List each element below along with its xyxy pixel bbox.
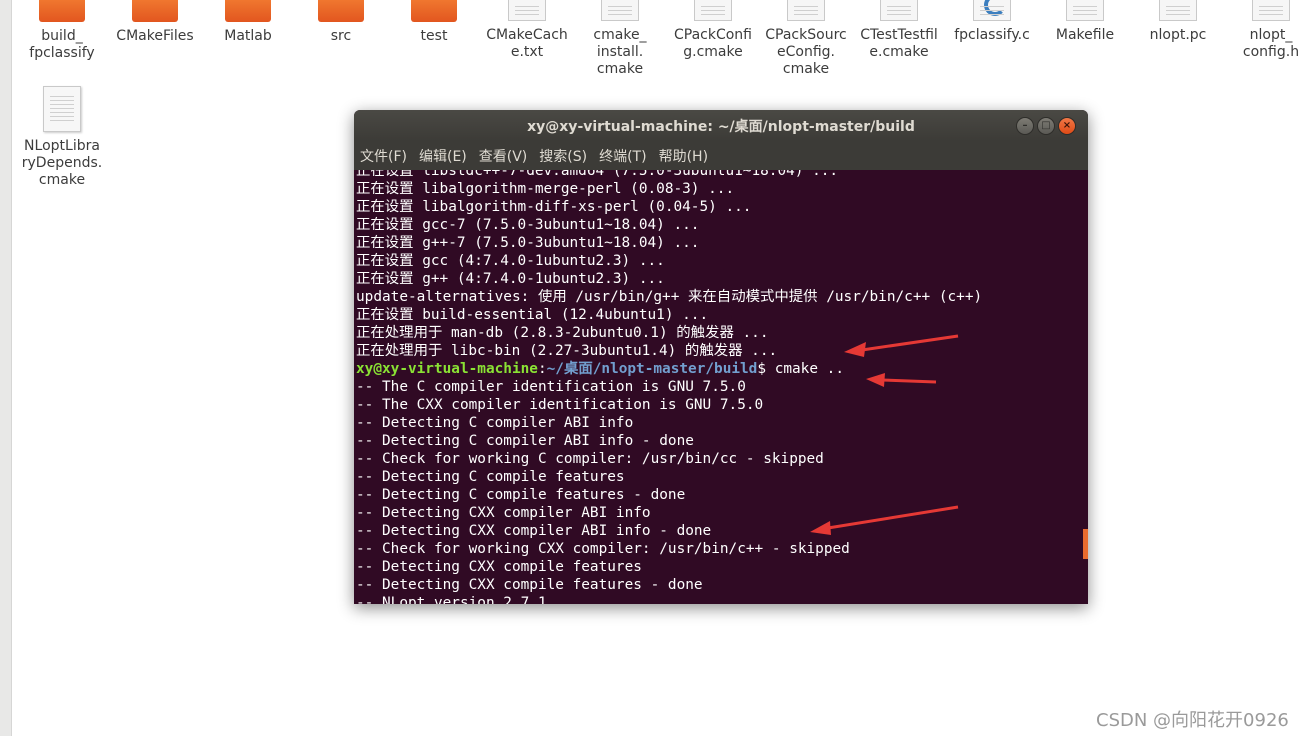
desktop-icon-label: Matlab: [224, 28, 272, 44]
desktop-icon[interactable]: NLoptLibra ryDepends. cmake: [16, 86, 108, 189]
desktop-icon-label: nlopt_ config.h: [1242, 27, 1300, 60]
maximize-button[interactable]: □: [1037, 117, 1055, 135]
desktop-icon[interactable]: CPackSourc eConfig. cmake: [760, 0, 852, 78]
text-file-icon: [787, 0, 825, 21]
prompt-command: cmake ..: [766, 361, 845, 377]
terminal-line: 正在设置 g++-7 (7.5.0-3ubuntu1~18.04) ...: [356, 235, 700, 251]
desktop-icon-label: Makefile: [1055, 27, 1115, 43]
terminal-line: -- Detecting CXX compiler ABI info - don…: [356, 523, 712, 539]
terminal-line: -- Detecting C compile features - done: [356, 487, 686, 503]
text-file-icon: [880, 0, 918, 21]
text-file-icon: [694, 0, 732, 21]
terminal-line: 正在设置 libstdc++-7-dev:amd64 (7.5.0-3ubunt…: [356, 170, 839, 179]
terminal-line: 正在设置 libalgorithm-diff-xs-perl (0.04-5) …: [356, 199, 752, 215]
terminal-line: 正在处理用于 man-db (2.8.3-2ubuntu0.1) 的触发器 ..…: [356, 325, 769, 341]
minimize-button[interactable]: –: [1016, 117, 1034, 135]
terminal-line: -- Detecting CXX compiler ABI info: [356, 505, 651, 521]
terminal-line: 正在处理用于 libc-bin (2.27-3ubuntu1.4) 的触发器 .…: [356, 343, 778, 359]
terminal-line: -- Check for working C compiler: /usr/bi…: [356, 451, 824, 467]
terminal-menubar: 文件(F) 编辑(E) 查看(V) 搜索(S) 终端(T) 帮助(H): [354, 141, 1088, 170]
prompt-separator: :: [537, 361, 547, 377]
desktop-icon-label: CMakeFiles: [116, 28, 194, 44]
terminal-titlebar[interactable]: xy@xy-virtual-machine: ~/桌面/nlopt-master…: [354, 110, 1088, 141]
text-file-icon: [1252, 0, 1290, 21]
desktop-icon[interactable]: Makefile: [1039, 0, 1131, 44]
text-file-icon: [601, 0, 639, 21]
prompt-symbol: $: [757, 361, 767, 377]
desktop-icon-label: src: [330, 28, 352, 44]
desktop-icon[interactable]: cmake_ install. cmake: [574, 0, 666, 78]
watermark: CSDN @向阳花开0926: [1096, 710, 1289, 731]
left-panel-edge: [0, 0, 12, 736]
terminal-line: -- Detecting CXX compile features: [356, 559, 642, 575]
desktop-icon-label: nlopt.pc: [1149, 27, 1207, 43]
menu-file[interactable]: 文件(F): [360, 146, 413, 170]
desktop-icon[interactable]: CTestTestfil e.cmake: [853, 0, 945, 61]
text-file-icon: [508, 0, 546, 21]
desktop-icon-label: test: [420, 28, 448, 44]
desktop-icon[interactable]: Matlab: [202, 0, 294, 45]
folder-icon: [318, 0, 364, 22]
desktop-icon[interactable]: nlopt.pc: [1132, 0, 1224, 44]
menu-edit[interactable]: 编辑(E): [419, 146, 473, 170]
desktop-icon-label: CTestTestfil e.cmake: [860, 27, 938, 60]
desktop-icon[interactable]: CPackConfi g.cmake: [667, 0, 759, 61]
folder-icon: [411, 0, 457, 22]
desktop-icon-label: CPackSourc eConfig. cmake: [765, 27, 847, 77]
document-icon: [43, 86, 81, 132]
prompt-path: ~/桌面/nlopt-master/build: [546, 361, 758, 377]
terminal-scrollbar-thumb[interactable]: [1083, 529, 1088, 559]
desktop-icon[interactable]: nlopt_ config.h: [1225, 0, 1312, 61]
folder-icon: [132, 0, 178, 22]
desktop-icon-label: fpclassify.c: [954, 27, 1030, 43]
prompt-user: xy@xy-virtual-machine: [356, 361, 538, 377]
terminal-prompt-line: xy@xy-virtual-machine:~/桌面/nlopt-master/…: [356, 360, 982, 378]
menu-view[interactable]: 查看(V): [479, 146, 534, 170]
c-source-file-icon: [973, 0, 1011, 21]
desktop-icon-label: cmake_ install. cmake: [593, 27, 647, 77]
terminal-lines: 正在设置 libstdc++-7-dev:amd64 (7.5.0-3ubunt…: [356, 170, 982, 604]
terminal-output[interactable]: 正在设置 libstdc++-7-dev:amd64 (7.5.0-3ubunt…: [354, 170, 1088, 604]
terminal-line: -- Detecting C compiler ABI info - done: [356, 433, 694, 449]
window-controls: – □ ×: [1016, 117, 1076, 135]
folder-icon: [39, 0, 85, 22]
menu-search[interactable]: 搜索(S): [539, 146, 593, 170]
desktop-icon[interactable]: src: [295, 0, 387, 45]
terminal-line: 正在设置 gcc-7 (7.5.0-3ubuntu1~18.04) ...: [356, 217, 700, 233]
desktop-icon-label: build_ fpclassify: [29, 28, 95, 61]
desktop-icon[interactable]: CMakeCach e.txt: [481, 0, 573, 61]
close-button[interactable]: ×: [1058, 117, 1076, 135]
desktop-icon[interactable]: build_ fpclassify: [16, 0, 108, 62]
terminal-line: -- Detecting C compile features: [356, 469, 625, 485]
menu-help[interactable]: 帮助(H): [659, 146, 714, 170]
text-file-icon: [1066, 0, 1104, 21]
terminal-line: -- The C compiler identification is GNU …: [356, 379, 746, 395]
desktop-icon-label: NLoptLibra ryDepends. cmake: [21, 138, 103, 188]
desktop-icon[interactable]: test: [388, 0, 480, 45]
desktop-icon-label: CMakeCach e.txt: [486, 27, 568, 60]
terminal-line: 正在设置 build-essential (12.4ubuntu1) ...: [356, 307, 709, 323]
terminal-line: update-alternatives: 使用 /usr/bin/g++ 来在自…: [356, 289, 983, 305]
terminal-line: -- NLopt version 2.7.1: [356, 595, 547, 604]
terminal-line: 正在设置 g++ (4:7.4.0-1ubuntu2.3) ...: [356, 271, 665, 287]
desktop-icon[interactable]: fpclassify.c: [946, 0, 1038, 44]
terminal-window[interactable]: xy@xy-virtual-machine: ~/桌面/nlopt-master…: [354, 110, 1088, 604]
terminal-title: xy@xy-virtual-machine: ~/桌面/nlopt-master…: [527, 118, 915, 135]
terminal-line: -- Detecting CXX compile features - done: [356, 577, 703, 593]
terminal-line: -- Check for working CXX compiler: /usr/…: [356, 541, 850, 557]
text-file-icon: [1159, 0, 1197, 21]
terminal-line: -- Detecting C compiler ABI info: [356, 415, 634, 431]
menu-terminal[interactable]: 终端(T): [599, 146, 652, 170]
terminal-line: 正在设置 gcc (4:7.4.0-1ubuntu2.3) ...: [356, 253, 665, 269]
desktop-icon-label: CPackConfi g.cmake: [673, 27, 752, 60]
terminal-line: 正在设置 libalgorithm-merge-perl (0.08-3) ..…: [356, 181, 735, 197]
folder-icon: [225, 0, 271, 22]
terminal-line: -- The CXX compiler identification is GN…: [356, 397, 764, 413]
desktop-icon[interactable]: CMakeFiles: [109, 0, 201, 45]
